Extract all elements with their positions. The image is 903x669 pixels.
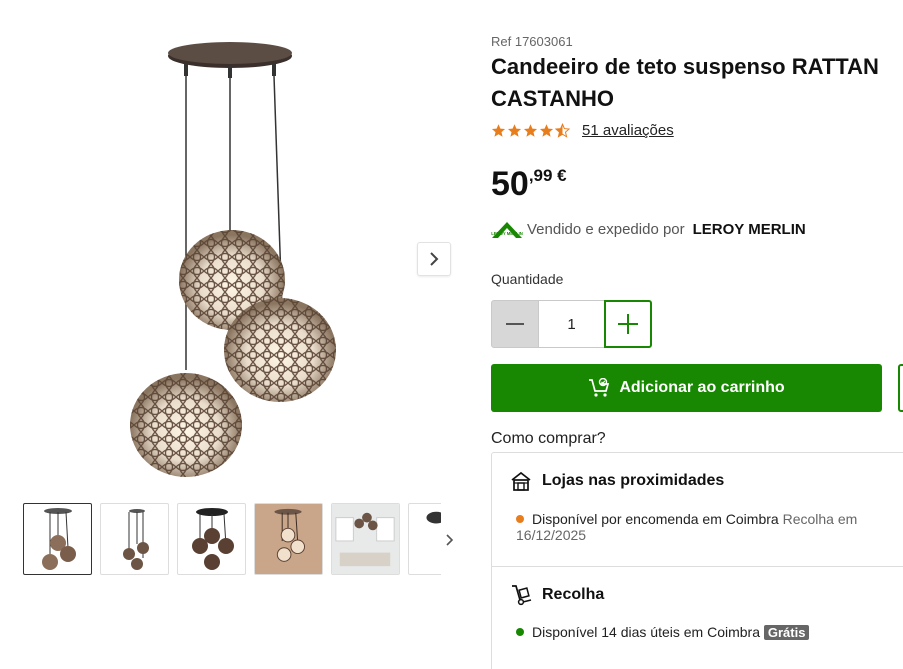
thumbnail[interactable] xyxy=(100,503,169,575)
pickup-title: Recolha xyxy=(542,586,605,603)
thumbnail[interactable] xyxy=(177,503,246,575)
seller-prefix: Vendido e expedido por xyxy=(527,220,685,238)
stores-title: Lojas nas proximidades xyxy=(542,472,725,489)
status-dot xyxy=(516,515,524,523)
cart-icon xyxy=(589,378,610,397)
quantity-input[interactable] xyxy=(539,300,604,348)
thumbnails-next-button[interactable] xyxy=(441,528,459,552)
lamp-thumbnail-image xyxy=(332,504,399,574)
product-page: Ref 17603061 Candeeiro de teto suspenso … xyxy=(0,0,903,669)
availability-panel: Lojas nas proximidades Disponível por en… xyxy=(491,452,903,669)
lamp-thumbnail-image xyxy=(122,509,149,570)
plus-icon xyxy=(618,314,638,334)
leroy-merlin-logo-icon: LEROY MERLIN xyxy=(491,222,523,238)
price: 50 ,99 € xyxy=(491,164,567,204)
store-icon xyxy=(511,471,531,491)
thumbnail-strip xyxy=(23,503,441,575)
star-rating xyxy=(491,123,570,138)
star-icon xyxy=(507,124,522,137)
status-dot xyxy=(516,628,524,636)
product-reference: Ref 17603061 xyxy=(491,34,573,49)
chevron-right-icon xyxy=(430,252,439,266)
lamp-thumbnail-image xyxy=(255,504,322,574)
chevron-right-icon xyxy=(446,534,454,546)
main-product-image[interactable] xyxy=(120,40,350,480)
star-icon xyxy=(491,124,506,137)
lamp-thumbnail-image xyxy=(426,511,441,524)
free-badge: Grátis xyxy=(763,625,810,640)
how-to-buy-title: Como comprar? xyxy=(491,430,606,447)
reviews-link[interactable]: 51 avaliações xyxy=(582,122,674,139)
lamp-thumbnail-image xyxy=(41,508,76,570)
hand-truck-icon xyxy=(512,585,532,606)
stores-availability: Disponível por encomenda em Coimbra Reco… xyxy=(516,511,876,543)
quantity-stepper xyxy=(491,300,652,348)
svg-text:LEROY MERLIN: LEROY MERLIN xyxy=(491,231,523,236)
quantity-increase-button[interactable] xyxy=(604,300,652,348)
quantity-label: Quantidade xyxy=(491,271,564,287)
pickup-section-header[interactable]: Recolha xyxy=(510,584,604,606)
minus-icon xyxy=(506,323,524,325)
half-star-icon xyxy=(555,123,570,138)
add-to-cart-button[interactable]: Adicionar ao carrinho xyxy=(491,364,882,412)
gallery-next-button[interactable] xyxy=(417,242,451,276)
thumbnail[interactable] xyxy=(254,503,323,575)
pickup-availability: Disponível 14 dias úteis em Coimbra Grát… xyxy=(516,624,810,641)
seller-name: LEROY MERLIN xyxy=(692,220,806,238)
quantity-decrease-button[interactable] xyxy=(491,300,539,348)
thumbnail[interactable] xyxy=(408,503,441,575)
stores-status: Disponível por encomenda em Coimbra xyxy=(532,511,779,527)
star-icon xyxy=(539,124,554,137)
thumbnail[interactable] xyxy=(331,503,400,575)
add-to-cart-label: Adicionar ao carrinho xyxy=(619,379,785,396)
rating: 51 avaliações xyxy=(491,122,674,139)
product-title: Candeeiro de teto suspenso RATTAN CASTAN… xyxy=(491,54,879,111)
thumbnail[interactable] xyxy=(23,503,92,575)
stores-section-header[interactable]: Lojas nas proximidades xyxy=(510,471,724,491)
price-integer: 50 xyxy=(491,165,529,203)
star-icon xyxy=(523,124,538,137)
seller-info: LEROY MERLIN Vendido e expedido por LERO… xyxy=(491,219,806,239)
pickup-status: Disponível 14 dias úteis em Coimbra xyxy=(532,624,760,640)
divider xyxy=(492,566,903,567)
price-decimal: ,99 € xyxy=(528,166,567,185)
lamp-thumbnail-image xyxy=(191,508,234,570)
wishlist-button[interactable] xyxy=(898,364,903,412)
